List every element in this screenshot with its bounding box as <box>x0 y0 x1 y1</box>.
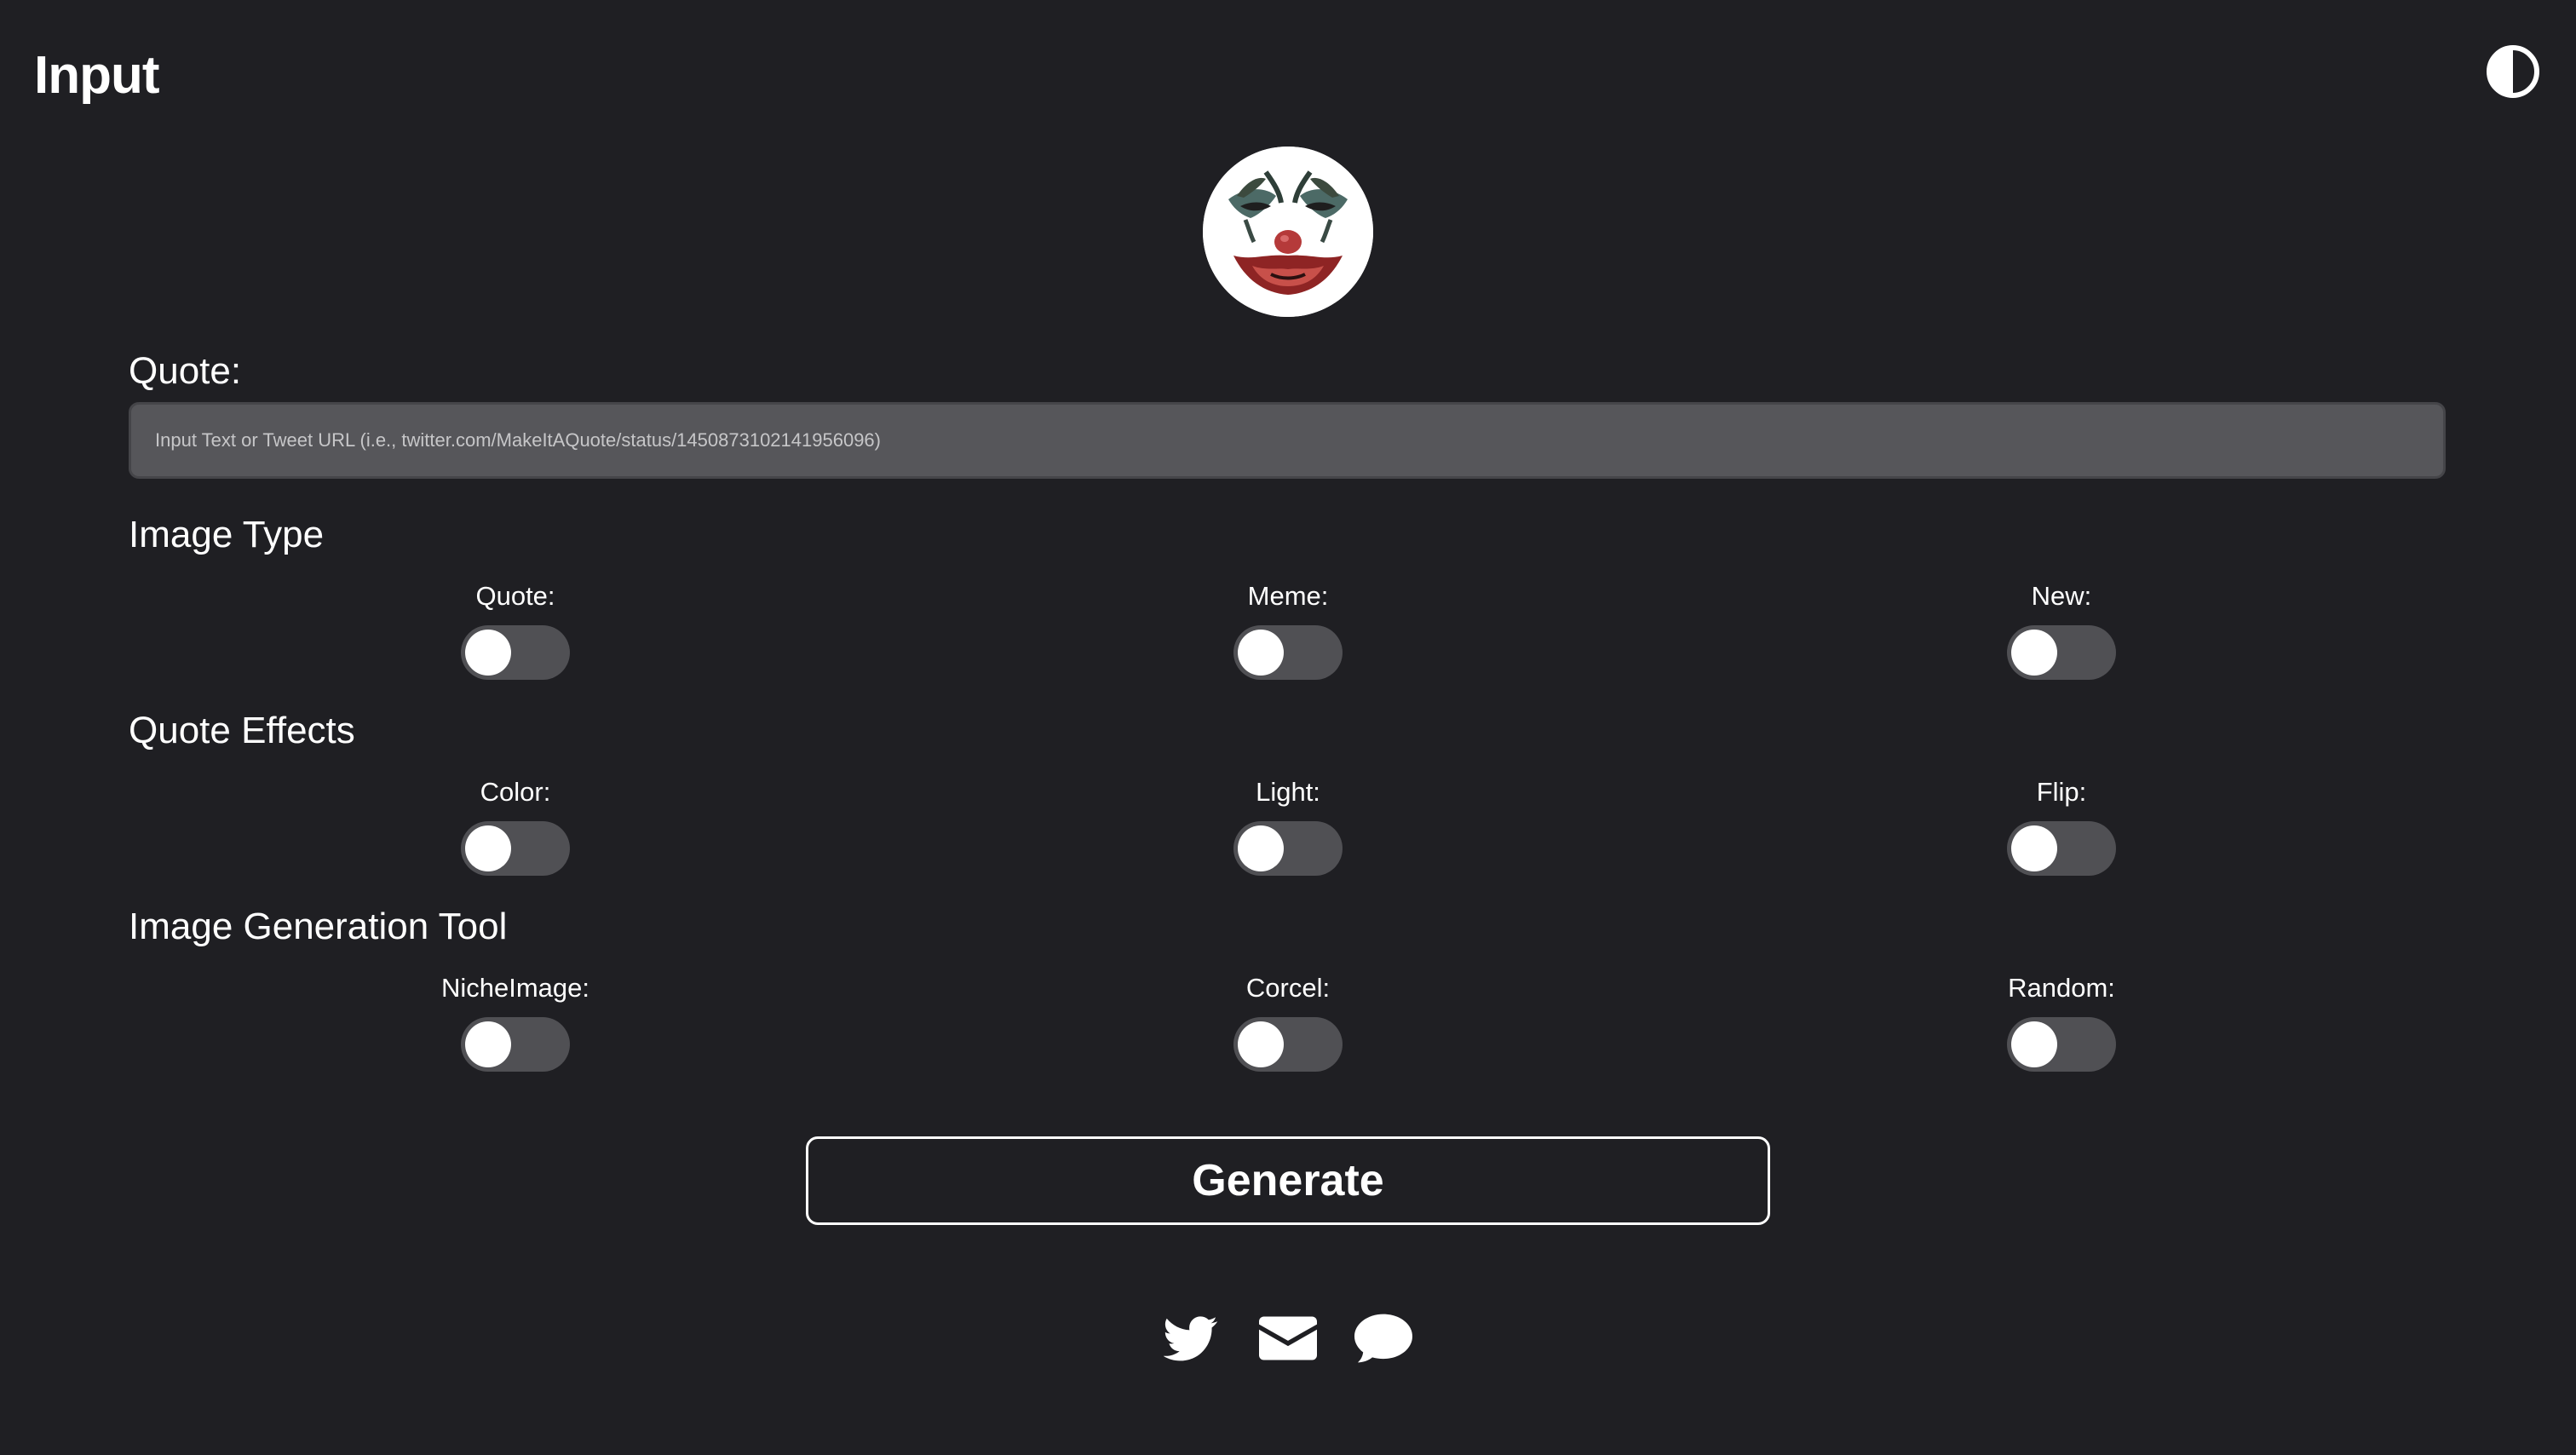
generate-button[interactable]: Generate <box>806 1136 1770 1225</box>
generation-tool-random-option: Random: <box>1934 971 2189 1076</box>
generation-tool-random-toggle[interactable] <box>2007 1017 2116 1072</box>
image-type-title: Image Type <box>129 514 325 555</box>
theme-toggle-button[interactable] <box>2486 44 2540 99</box>
image-type-quote-toggle[interactable] <box>461 625 570 680</box>
twitter-link[interactable] <box>1164 1308 1218 1368</box>
generation-tool-random-label: Random: <box>2008 973 2115 1003</box>
quote-effects-light-option: Light: <box>1160 775 1416 880</box>
quote-effects-color-label: Color: <box>480 777 551 807</box>
toggle-knob <box>1238 630 1284 676</box>
page: Input Quote: Input Text or Tweet URL (i.… <box>0 0 2576 1455</box>
image-type-meme-label: Meme: <box>1247 581 1329 611</box>
quote-effects-title: Quote Effects <box>129 710 355 751</box>
toggle-knob <box>2011 825 2057 871</box>
image-generation-tool-title: Image Generation Tool <box>129 906 508 947</box>
quote-effects-light-label: Light: <box>1256 777 1320 807</box>
toggle-knob <box>465 1021 511 1067</box>
image-type-new-toggle[interactable] <box>2007 625 2116 680</box>
image-type-new-option: New: <box>1934 579 2189 684</box>
generation-tool-nicheimage-label: NicheImage: <box>440 973 590 1003</box>
quote-effects-color-toggle[interactable] <box>461 821 570 876</box>
generation-tool-corcel-toggle[interactable] <box>1233 1017 1343 1072</box>
image-type-meme-option: Meme: <box>1160 579 1416 684</box>
quote-effects-flip-option: Flip: <box>1934 775 2189 880</box>
chat-link[interactable] <box>1354 1308 1412 1368</box>
joker-face-logo <box>1203 147 1373 317</box>
quote-input[interactable] <box>129 402 2446 479</box>
toggle-knob <box>465 630 511 676</box>
toggle-knob <box>2011 630 2057 676</box>
generation-tool-corcel-option: Corcel: <box>1160 971 1416 1076</box>
twitter-icon <box>1164 1316 1217 1361</box>
toggle-knob <box>1238 1021 1284 1067</box>
generation-tool-corcel-label: Corcel: <box>1245 973 1331 1003</box>
image-type-meme-toggle[interactable] <box>1233 625 1343 680</box>
generation-tool-nicheimage-toggle[interactable] <box>461 1017 570 1072</box>
toggle-knob <box>2011 1021 2057 1067</box>
chat-bubble-icon <box>1354 1314 1412 1363</box>
contrast-icon <box>2487 45 2539 98</box>
quote-effects-color-option: Color: <box>388 775 643 880</box>
image-type-new-label: New: <box>2031 581 2092 611</box>
envelope-icon <box>1259 1316 1317 1360</box>
page-title: Input <box>34 46 159 105</box>
toggle-knob <box>465 825 511 871</box>
quote-label: Quote: <box>129 350 242 392</box>
avatar <box>1203 147 1373 317</box>
image-type-quote-option: Quote: <box>388 579 643 684</box>
toggle-knob <box>1238 825 1284 871</box>
quote-effects-light-toggle[interactable] <box>1233 821 1343 876</box>
quote-effects-flip-label: Flip: <box>2036 777 2087 807</box>
image-type-quote-label: Quote: <box>475 581 555 611</box>
quote-effects-flip-toggle[interactable] <box>2007 821 2116 876</box>
generation-tool-nicheimage-option: NicheImage: <box>388 971 643 1076</box>
email-link[interactable] <box>1259 1308 1317 1368</box>
